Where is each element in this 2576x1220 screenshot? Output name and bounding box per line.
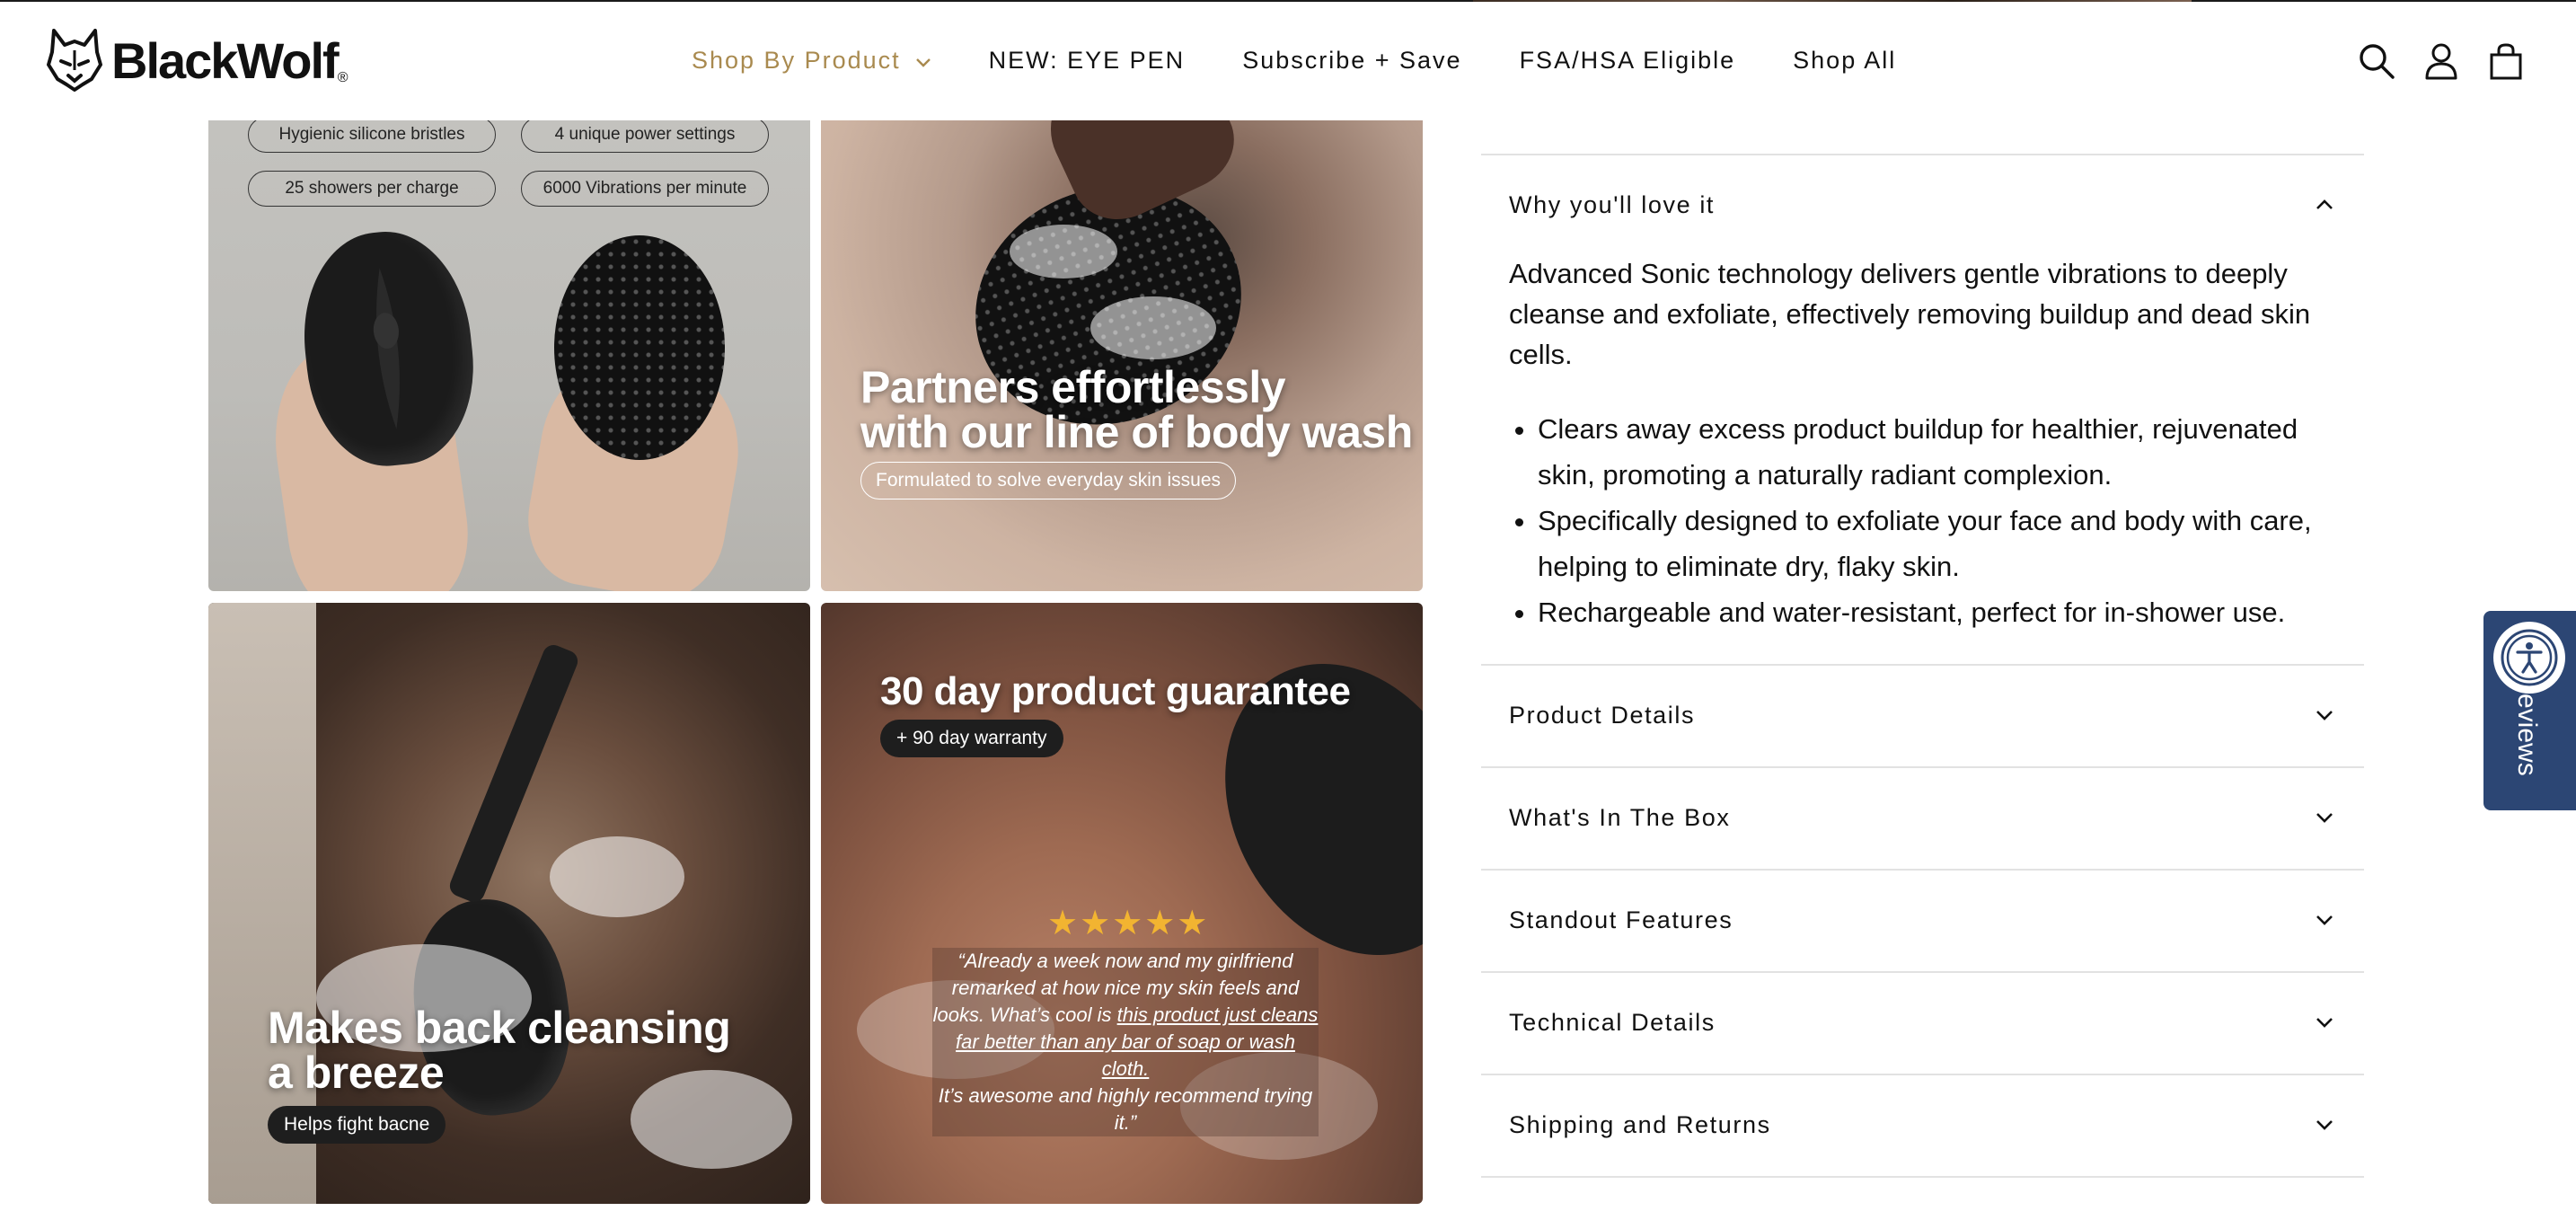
cart-icon[interactable]: [2486, 41, 2526, 81]
gallery-image-features[interactable]: Hygienic silicone bristles 4 unique powe…: [208, 90, 810, 591]
chevron-down-icon: [915, 47, 931, 75]
accordion-label: Shipping and Returns: [1509, 1110, 1771, 1138]
reviews-tab-label[interactable]: eviews: [2506, 694, 2542, 792]
nav-eye-pen[interactable]: NEW: EYE PEN: [989, 47, 1186, 75]
accordion-divider: [1481, 1074, 2364, 1075]
chevron-up-icon: [2314, 194, 2335, 216]
chevron-down-icon: [2314, 704, 2335, 726]
device-bristles-image: [554, 235, 725, 460]
gallery-image-back-cleansing[interactable]: Makes back cleansing a breeze Helps figh…: [208, 603, 810, 1204]
feature-pill: 6000 Vibrations per minute: [521, 171, 769, 207]
account-icon[interactable]: [2422, 41, 2461, 81]
rating-stars: ★★★★★: [1047, 905, 1210, 942]
accordion-why-you-love-it[interactable]: Why you'll love it: [1509, 178, 2335, 232]
overlay-title: Makes back cleansing a breeze: [268, 1003, 731, 1098]
nav-shop-by-product[interactable]: Shop By Product: [692, 47, 931, 75]
main-nav: Shop By Product NEW: EYE PEN Subscribe +…: [692, 47, 1954, 75]
chevron-down-icon: [2314, 1012, 2335, 1033]
nav-label: NEW: EYE PEN: [988, 47, 1186, 74]
search-icon[interactable]: [2357, 41, 2396, 81]
accordion-divider: [1481, 869, 2364, 871]
list-item: Rechargeable and water-resistant, perfec…: [1538, 589, 2346, 635]
review-quote: “Already a week now and my girlfriend re…: [932, 948, 1319, 1136]
brand-name: BlackWolf®: [111, 31, 348, 89]
nav-label: FSA/HSA Eligible: [1519, 47, 1736, 74]
accordion-paragraph: Advanced Sonic technology delivers gentl…: [1509, 258, 2311, 370]
accordion-label: Standout Features: [1509, 906, 1734, 933]
gallery-image-body-wash[interactable]: Partners effortlessly with our line of b…: [821, 90, 1423, 591]
foam-shape: [1010, 225, 1117, 278]
chevron-down-icon: [2314, 807, 2335, 828]
overlay-subtitle: + 90 day warranty: [880, 720, 1063, 757]
feature-pill: Hygienic silicone bristles: [248, 117, 496, 153]
accordion-technical-details[interactable]: Technical Details: [1509, 995, 2335, 1049]
list-item: Specifically designed to exfoliate your …: [1538, 498, 2346, 589]
accordion-divider: [1481, 664, 2364, 666]
nav-fsa-hsa[interactable]: FSA/HSA Eligible: [1520, 47, 1736, 75]
device-back-image: [293, 224, 484, 473]
nav-label: Shop By Product: [692, 47, 901, 74]
foam-shape: [550, 836, 684, 917]
wolf-head-icon: [47, 29, 102, 92]
chevron-down-icon: [2314, 909, 2335, 931]
gallery-image-guarantee[interactable]: 30 day product guarantee + 90 day warran…: [821, 603, 1423, 1204]
brand-logo[interactable]: BlackWolf®: [47, 29, 348, 92]
overlay-subtitle: Helps fight bacne: [268, 1106, 446, 1144]
header-actions: [2332, 41, 2526, 81]
accordion-shipping-returns[interactable]: Shipping and Returns: [1509, 1098, 2335, 1152]
site-header: BlackWolf® Shop By Product NEW: EYE PEN …: [0, 2, 2576, 120]
foam-shape: [1090, 296, 1216, 359]
overlay-title: Partners effortlessly with our line of b…: [860, 362, 1413, 457]
accordion-product-details[interactable]: Product Details: [1509, 688, 2335, 742]
accordion-standout-features[interactable]: Standout Features: [1509, 893, 2335, 947]
accordion-label: What's In The Box: [1509, 803, 1731, 831]
accordion-divider: [1481, 971, 2364, 973]
accessibility-icon[interactable]: [2493, 622, 2565, 694]
overlay-title: 30 day product guarantee: [880, 669, 1351, 713]
nav-label: Subscribe + Save: [1242, 47, 1462, 74]
feature-pill: 25 showers per charge: [248, 171, 496, 207]
chevron-down-icon: [2314, 1114, 2335, 1136]
accordion-label: Why you'll love it: [1509, 190, 1716, 218]
accordion-label: Product Details: [1509, 701, 1696, 729]
nav-shop-all[interactable]: Shop All: [1793, 47, 1896, 75]
accordion-divider: [1481, 1176, 2364, 1178]
list-item: Clears away excess product buildup for h…: [1538, 406, 2346, 498]
accordion-whats-in-the-box[interactable]: What's In The Box: [1509, 791, 2335, 844]
accordion-bullet-list: Clears away excess product buildup for h…: [1509, 406, 2346, 635]
nav-label: Shop All: [1793, 47, 1897, 74]
nav-subscribe-save[interactable]: Subscribe + Save: [1242, 47, 1461, 75]
feature-pill: 4 unique power settings: [521, 117, 769, 153]
overlay-subtitle: Formulated to solve everyday skin issues: [860, 462, 1236, 499]
accordion-divider: [1481, 154, 2364, 155]
accordion-label: Technical Details: [1509, 1008, 1716, 1036]
accordion-divider: [1481, 766, 2364, 768]
